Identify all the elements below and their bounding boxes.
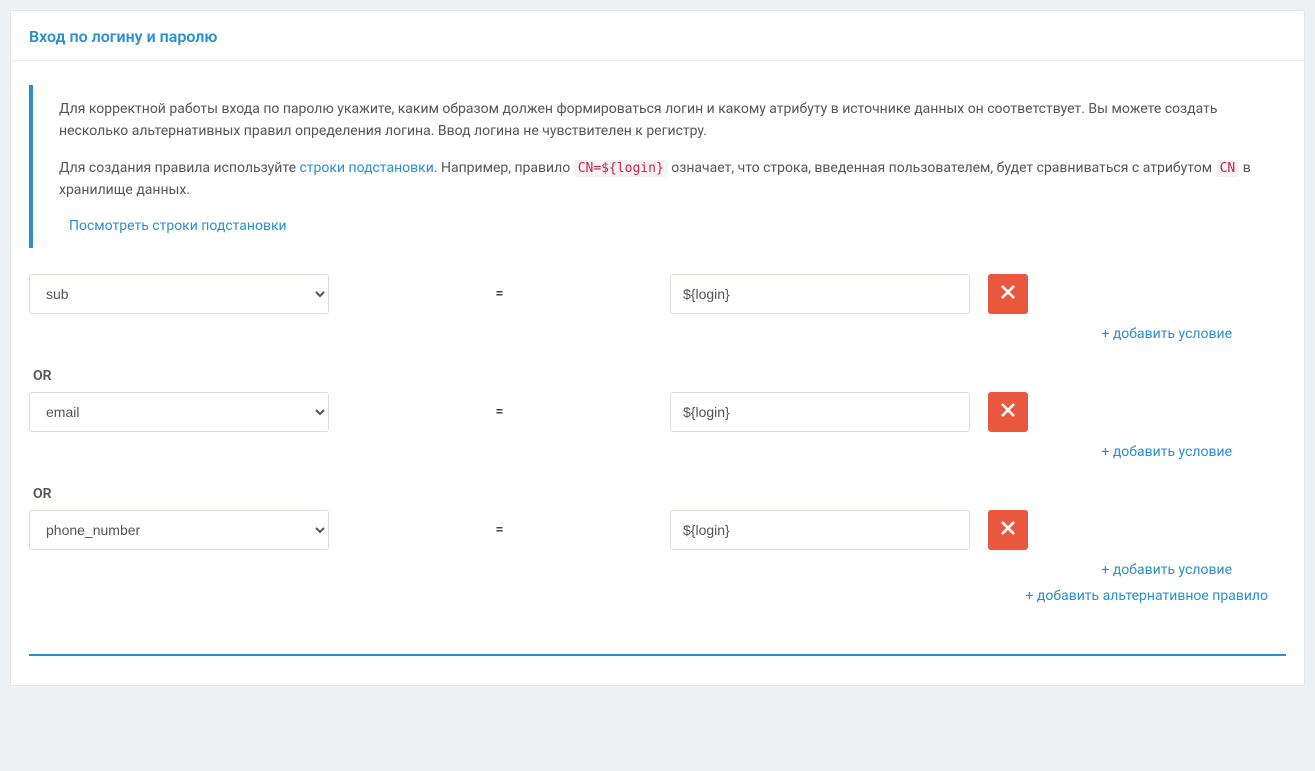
add-condition-link[interactable]: + добавить условие <box>1101 444 1232 460</box>
attribute-select[interactable]: subemailphone_number <box>29 274 329 314</box>
or-separator: OR <box>29 368 1286 384</box>
close-icon <box>1001 285 1015 302</box>
info-block: Для корректной работы входа по паролю ук… <box>29 85 1286 248</box>
panel-body: Для корректной работы входа по паролю ук… <box>11 61 1304 685</box>
example-code-1: CN=${login} <box>574 160 668 177</box>
panel-header: Вход по логину и паролю <box>11 11 1304 61</box>
or-separator: OR <box>29 486 1286 502</box>
equals-label: = <box>347 286 652 302</box>
substitution-strings-link[interactable]: строки подстановки <box>299 160 433 176</box>
rules-container: subemailphone_number = + добавить услови… <box>29 274 1286 622</box>
rule-row: subemailphone_number = <box>29 274 1286 314</box>
view-substitution-link[interactable]: Посмотреть строки подстановки <box>69 218 287 234</box>
add-alternative-rule-link[interactable]: + добавить альтернативное правило <box>1026 588 1268 604</box>
attribute-select[interactable]: subemailphone_number <box>29 392 329 432</box>
equals-label: = <box>347 404 652 420</box>
login-pattern-input[interactable] <box>670 274 970 314</box>
login-pattern-input[interactable] <box>670 392 970 432</box>
login-pattern-input[interactable] <box>670 510 970 550</box>
add-condition-link[interactable]: + добавить условие <box>1101 326 1232 342</box>
delete-rule-button[interactable] <box>988 392 1028 432</box>
panel-title: Вход по логину и паролю <box>29 27 217 46</box>
info-paragraph-1: Для корректной работы входа по паролю ук… <box>59 99 1266 142</box>
section-separator <box>29 654 1286 656</box>
close-icon <box>1001 403 1015 420</box>
info-paragraph-2: Для создания правила используйте строки … <box>59 158 1266 201</box>
close-icon <box>1001 521 1015 538</box>
attribute-select[interactable]: subemailphone_number <box>29 510 329 550</box>
delete-rule-button[interactable] <box>988 274 1028 314</box>
rule-row: subemailphone_number = <box>29 510 1286 550</box>
example-code-2: CN <box>1216 160 1240 177</box>
rule-row: subemailphone_number = <box>29 392 1286 432</box>
delete-rule-button[interactable] <box>988 510 1028 550</box>
login-rules-panel: Вход по логину и паролю Для корректной р… <box>10 10 1305 686</box>
equals-label: = <box>347 522 652 538</box>
add-condition-link[interactable]: + добавить условие <box>1101 562 1232 578</box>
